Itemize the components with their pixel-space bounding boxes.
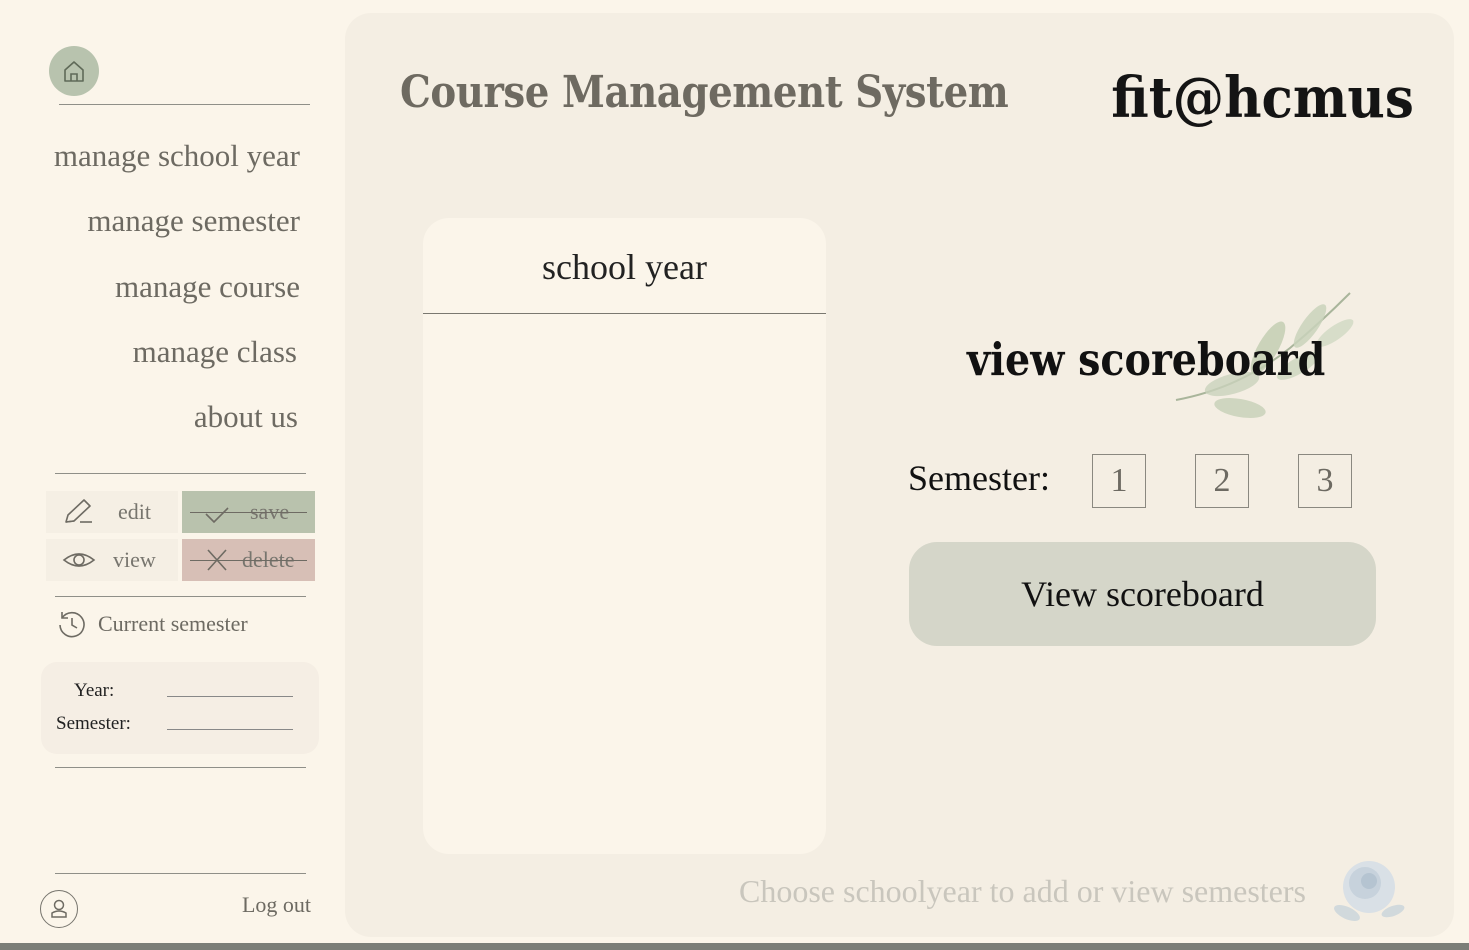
semester-option-2[interactable]: 2 — [1195, 454, 1249, 508]
strikethrough-line — [190, 512, 307, 513]
view-label: view — [113, 547, 156, 572]
current-semester-heading: Current semester — [56, 608, 248, 640]
nav-manage-semester[interactable]: manage semester — [87, 203, 300, 239]
year-underline — [167, 696, 293, 697]
pencil-icon — [65, 499, 92, 523]
semester-option-3[interactable]: 3 — [1298, 454, 1352, 508]
brand-logo-text: fit@hcmus — [1111, 65, 1414, 131]
list-divider — [423, 313, 826, 314]
sidebar: manage school year manage semester manag… — [0, 0, 340, 950]
divider — [59, 104, 310, 105]
semester-label: Semester: — [56, 713, 131, 734]
edit-button[interactable]: edit — [46, 491, 178, 533]
hint-text: Choose schoolyear to add or view semeste… — [739, 873, 1306, 909]
school-year-header: school year — [542, 247, 707, 287]
current-semester-title: Current semester — [98, 611, 248, 636]
year-label: Year: — [74, 680, 115, 701]
user-icon — [51, 899, 67, 918]
current-semester-box: Year: Semester: — [41, 662, 319, 754]
edit-label: edit — [118, 499, 151, 524]
home-button[interactable] — [49, 46, 99, 96]
page-title: Course Management System — [400, 67, 1009, 118]
nav-manage-class[interactable]: manage class — [133, 334, 297, 370]
semester-select-label: Semester: — [908, 458, 1050, 498]
school-year-list-panel: school year — [423, 218, 826, 854]
home-icon — [64, 61, 84, 82]
save-button[interactable]: save — [182, 491, 315, 533]
nav-manage-course[interactable]: manage course — [115, 269, 300, 305]
main-panel: Course Management System fit@hcmus schoo… — [345, 13, 1454, 937]
delete-button[interactable]: delete — [182, 539, 315, 581]
view-scoreboard-button[interactable]: View scoreboard — [909, 542, 1376, 646]
semester-underline — [167, 729, 293, 730]
semester-option-1[interactable]: 1 — [1092, 454, 1146, 508]
rose-decoration — [1334, 861, 1405, 922]
history-icon — [59, 611, 85, 638]
view-scoreboard-title: view scoreboard — [967, 333, 1326, 386]
eye-icon — [62, 553, 96, 567]
strikethrough-line — [190, 560, 307, 561]
logout-link[interactable]: Log out — [242, 892, 311, 918]
user-avatar[interactable] — [40, 890, 78, 928]
divider — [55, 873, 306, 874]
divider — [55, 473, 306, 474]
divider — [55, 596, 306, 597]
nav-manage-school-year[interactable]: manage school year — [54, 138, 300, 174]
view-button[interactable]: view — [46, 539, 178, 581]
nav-about-us[interactable]: about us — [194, 399, 298, 435]
bottom-bar — [0, 943, 1469, 950]
divider — [55, 767, 306, 768]
